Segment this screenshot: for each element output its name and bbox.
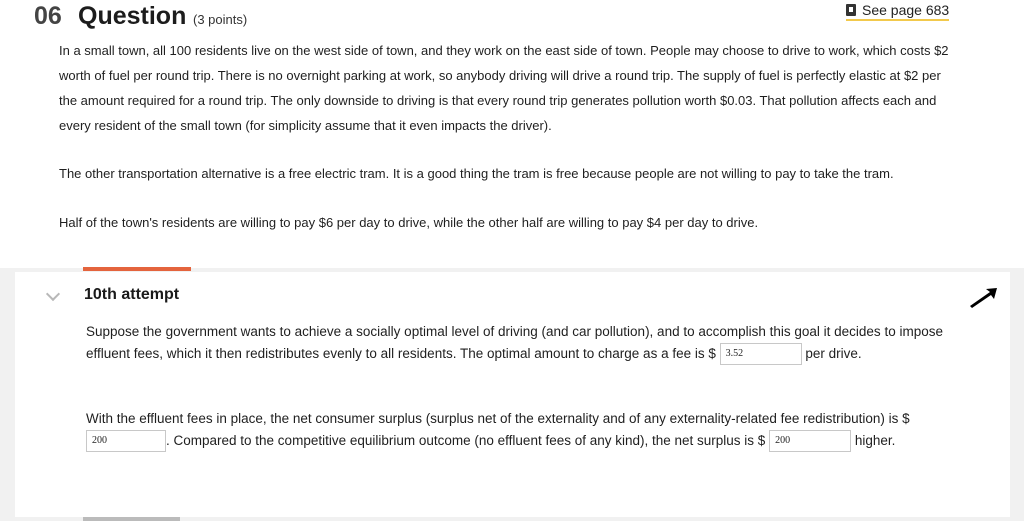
see-page-link[interactable]: See page 683 — [846, 2, 950, 21]
question-panel: 06 Question (3 points) See page 683 In a… — [0, 0, 1024, 268]
net-surplus-answer-field[interactable]: 200 — [86, 430, 166, 453]
attempt-tab-indicator — [83, 267, 191, 271]
surplus-difference-answer-field[interactable]: 200 — [769, 430, 852, 453]
pointer-cursor-icon — [970, 288, 997, 308]
part2-text-before: With the effluent fees in place, the net… — [86, 411, 910, 426]
next-section-indicator — [83, 517, 180, 521]
question-paragraph-2: The other transportation alternative is … — [59, 166, 894, 181]
attempt-part-1: Suppose the government wants to achieve … — [86, 321, 961, 366]
attempt-part-2: With the effluent fees in place, the net… — [86, 408, 961, 453]
part1-text-after: per drive. — [805, 346, 862, 361]
see-page-label: See page 683 — [862, 2, 950, 18]
question-number: 06 — [34, 2, 62, 30]
part2-text-after: higher. — [854, 433, 896, 448]
question-points: (3 points) — [193, 12, 248, 27]
attempt-title: 10th attempt — [84, 286, 180, 303]
part2-text-middle: . Compared to the competitive equilibriu… — [166, 433, 766, 448]
question-title: Question — [78, 2, 187, 30]
book-icon — [846, 4, 856, 16]
fee-answer-field[interactable]: 3.52 — [719, 343, 802, 366]
question-paragraph-3: Half of the town's residents are willing… — [59, 215, 759, 230]
question-paragraph-1: In a small town, all 100 residents live … — [59, 43, 949, 133]
attempt-panel — [15, 272, 1010, 517]
